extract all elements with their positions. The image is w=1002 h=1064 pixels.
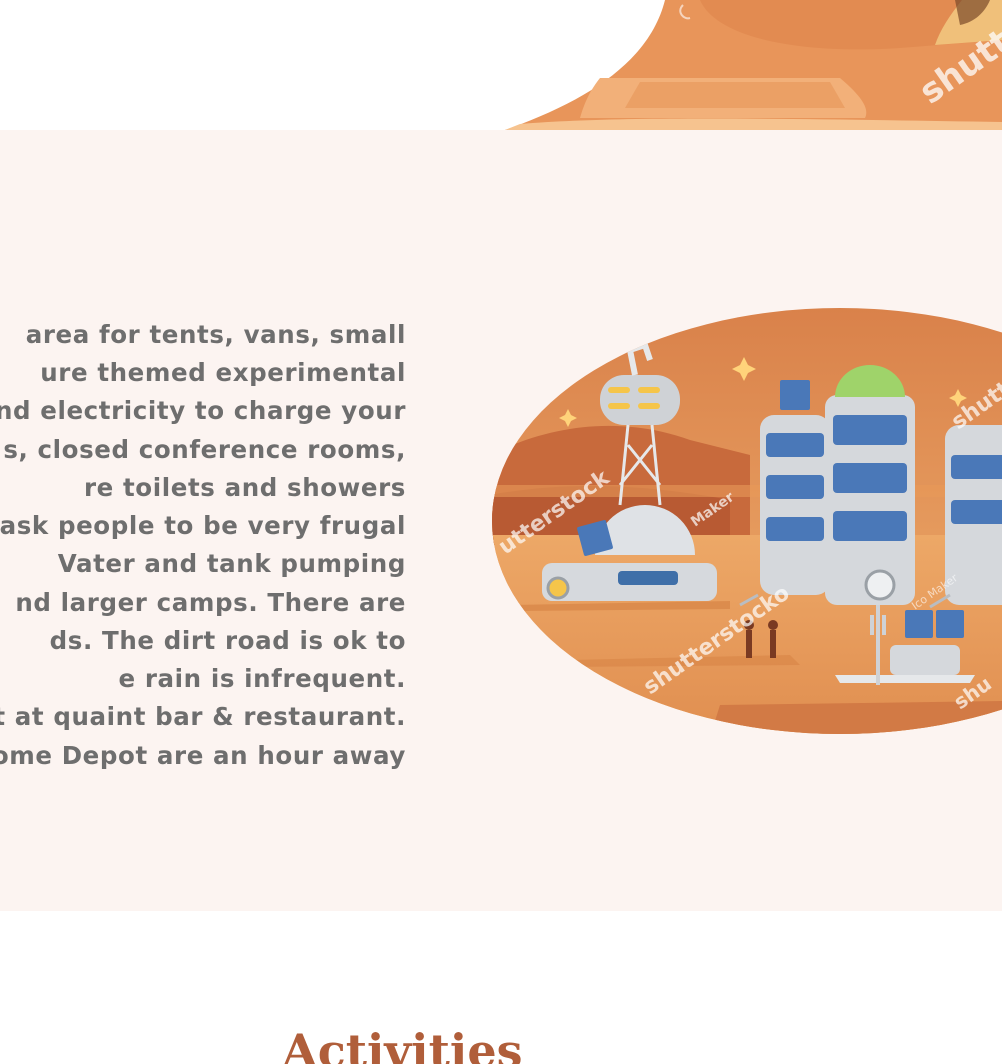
mars-landscape-illustration: shutt xyxy=(505,0,1002,130)
description-line: et at quaint bar & restaurant. xyxy=(0,702,406,731)
activities-heading: Activities xyxy=(282,1024,523,1064)
description-line: ure themed experimental xyxy=(40,358,406,387)
description-line: nd larger camps. There are xyxy=(15,588,406,617)
mars-colony-illustration: utterstock shutterstocko Maker shutt shu… xyxy=(492,308,1002,734)
description-line: Vater and tank pumping xyxy=(57,549,406,578)
description-line: and electricity to charge your xyxy=(0,396,406,425)
camp-description: area for tents, vans, small ure themed e… xyxy=(0,130,420,911)
description-line: area for tents, vans, small xyxy=(25,320,406,349)
description-line: ds. The dirt road is ok to xyxy=(49,626,406,655)
description-line: ome Depot are an hour away xyxy=(0,741,406,770)
description-line: e ask people to be very frugal xyxy=(0,511,406,540)
description-line: s, closed conference rooms, xyxy=(3,435,406,464)
hero-band: shutt xyxy=(0,0,1002,130)
description-line: re toilets and showers xyxy=(83,473,406,502)
description-line: e rain is infrequent. xyxy=(118,664,406,693)
camp-info-section: area for tents, vans, small ure themed e… xyxy=(0,130,1002,911)
activities-section: Activities xyxy=(0,911,1002,1064)
